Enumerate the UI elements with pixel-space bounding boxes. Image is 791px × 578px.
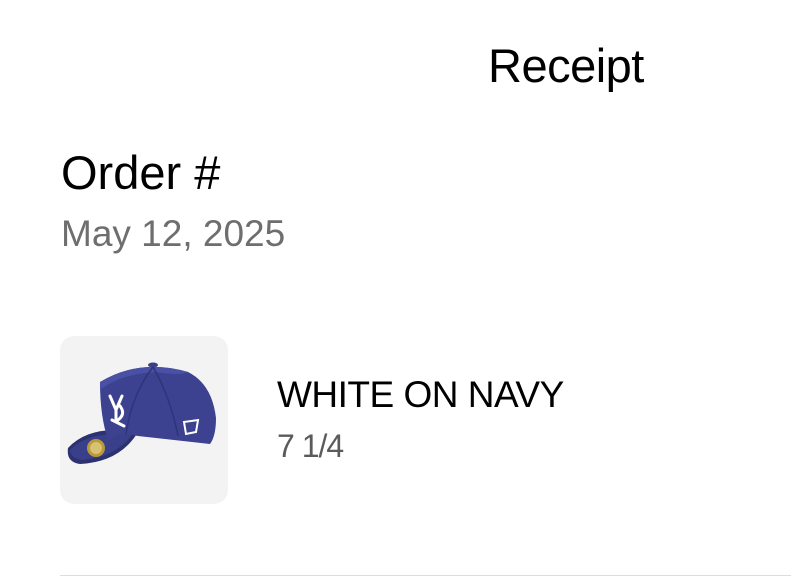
navy-cap-image-icon — [67, 362, 216, 464]
divider — [60, 575, 791, 576]
page-title: Receipt — [488, 39, 644, 92]
product-thumbnail[interactable] — [60, 336, 228, 504]
order-number-heading: Order # — [61, 146, 221, 199]
order-date: May 12, 2025 — [61, 213, 286, 254]
item-name: WHITE ON NAVY — [277, 374, 564, 415]
item-size: 7 1/4 — [277, 428, 344, 464]
